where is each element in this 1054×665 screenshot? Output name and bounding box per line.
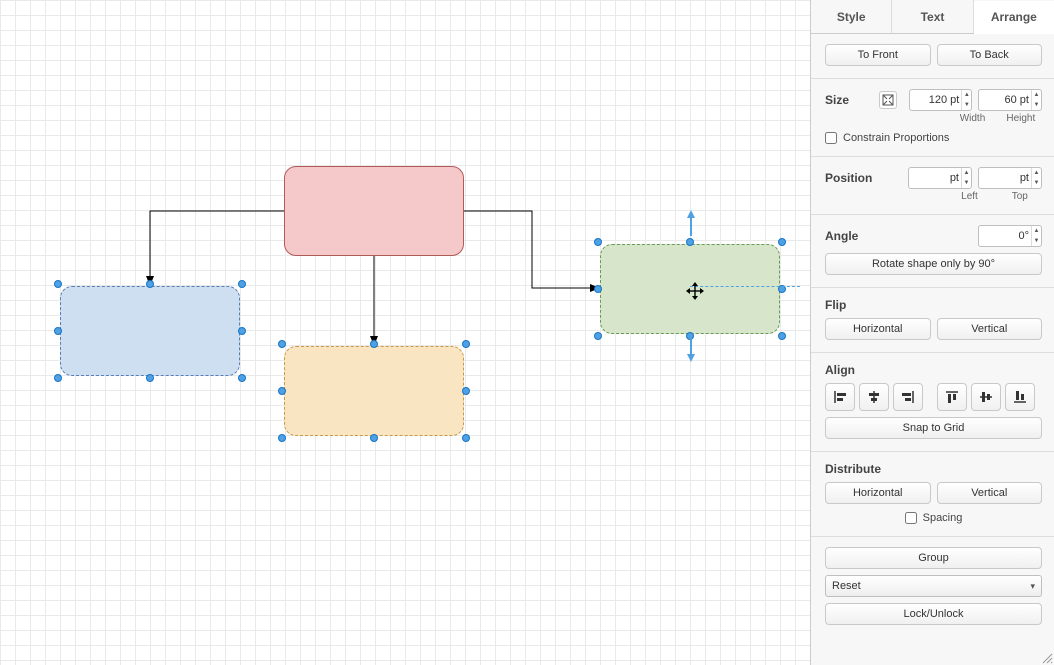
section-size: Size 120 pt ▲▼ 60 pt ▲▼ Width Height [811, 79, 1054, 157]
tab-arrange[interactable]: Arrange [974, 1, 1054, 34]
to-front-button[interactable]: To Front [825, 44, 931, 66]
constrain-checkbox-input[interactable] [825, 132, 837, 144]
align-center-v-icon [979, 390, 993, 404]
top-input[interactable]: pt ▲▼ [978, 167, 1042, 189]
align-center-v-button[interactable] [971, 383, 1001, 411]
align-right-button[interactable] [893, 383, 923, 411]
group-button[interactable]: Group [825, 547, 1042, 569]
section-flip: Flip Horizontal Vertical [811, 288, 1054, 353]
lock-unlock-button[interactable]: Lock/Unlock [825, 603, 1042, 625]
section-order: To Front To Back [811, 34, 1054, 79]
angle-label: Angle [825, 229, 972, 243]
width-value: 120 pt [929, 94, 962, 106]
section-align: Align Snap to Grid [811, 353, 1054, 452]
distribute-horizontal-button[interactable]: Horizontal [825, 482, 931, 504]
align-bottom-icon [1013, 390, 1027, 404]
section-angle: Angle 0° ▲▼ Rotate shape only by 90° [811, 215, 1054, 288]
width-input[interactable]: 120 pt ▲▼ [909, 89, 973, 111]
angle-value: 0° [1018, 230, 1031, 242]
align-left-icon [833, 390, 847, 404]
distribute-vertical-button[interactable]: Vertical [937, 482, 1043, 504]
left-input[interactable]: pt ▲▼ [908, 167, 972, 189]
size-label: Size [825, 93, 873, 107]
inspector-panel: Style Text Arrange To Front To Back Size… [810, 0, 1054, 665]
shape-green[interactable] [600, 244, 780, 334]
left-stepper[interactable]: ▲▼ [961, 168, 971, 188]
shape-blue[interactable] [60, 286, 240, 376]
left-sublabel: Left [947, 191, 991, 202]
window-resize-grip-icon[interactable] [1041, 652, 1053, 664]
spacing-checkbox[interactable]: Spacing [825, 512, 1042, 524]
distribute-label: Distribute [825, 462, 1042, 476]
to-back-button[interactable]: To Back [937, 44, 1043, 66]
align-top-button[interactable] [937, 383, 967, 411]
height-sublabel: Height [1000, 113, 1042, 124]
left-value: pt [950, 172, 961, 184]
width-sublabel: Width [951, 113, 993, 124]
top-sublabel: Top [998, 191, 1042, 202]
canvas[interactable] [0, 0, 810, 665]
align-center-h-icon [867, 390, 881, 404]
height-stepper[interactable]: ▲▼ [1031, 90, 1041, 110]
spacing-label: Spacing [923, 512, 963, 524]
flip-horizontal-button[interactable]: Horizontal [825, 318, 931, 340]
align-top-icon [945, 390, 959, 404]
align-center-h-button[interactable] [859, 383, 889, 411]
width-stepper[interactable]: ▲▼ [961, 90, 971, 110]
tab-style[interactable]: Style [811, 0, 892, 33]
shape-red[interactable] [284, 166, 464, 256]
align-right-icon [901, 390, 915, 404]
selection-handles [598, 242, 782, 336]
height-value: 60 pt [1005, 94, 1031, 106]
rotate-90-button[interactable]: Rotate shape only by 90° [825, 253, 1042, 275]
constrain-proportions-checkbox[interactable]: Constrain Proportions [825, 132, 1042, 144]
shape-orange[interactable] [284, 346, 464, 436]
flip-vertical-button[interactable]: Vertical [937, 318, 1043, 340]
section-distribute: Distribute Horizontal Vertical Spacing [811, 452, 1054, 537]
top-stepper[interactable]: ▲▼ [1031, 168, 1041, 188]
reset-select[interactable]: Reset ▾ [825, 575, 1042, 597]
section-group: Group Reset ▾ Lock/Unlock [811, 537, 1054, 637]
inspector-tabs: Style Text Arrange [811, 0, 1054, 34]
height-input[interactable]: 60 pt ▲▼ [978, 89, 1042, 111]
align-left-button[interactable] [825, 383, 855, 411]
fit-size-button[interactable] [879, 91, 897, 109]
flip-label: Flip [825, 298, 1042, 312]
align-label: Align [825, 363, 1042, 377]
align-bottom-button[interactable] [1005, 383, 1035, 411]
snap-to-grid-button[interactable]: Snap to Grid [825, 417, 1042, 439]
angle-input[interactable]: 0° ▲▼ [978, 225, 1042, 247]
top-value: pt [1020, 172, 1031, 184]
fit-icon [882, 94, 894, 106]
tab-text[interactable]: Text [892, 0, 973, 33]
spacing-checkbox-input[interactable] [905, 512, 917, 524]
selection-handles [282, 344, 466, 438]
position-label: Position [825, 171, 891, 185]
reset-select-label: Reset [832, 580, 861, 592]
selection-handles [58, 284, 242, 378]
section-position: Position pt ▲▼ pt ▲▼ Left Top [811, 157, 1054, 215]
constrain-label: Constrain Proportions [843, 132, 949, 144]
chevron-down-icon: ▾ [1030, 581, 1035, 592]
angle-stepper[interactable]: ▲▼ [1031, 226, 1041, 246]
